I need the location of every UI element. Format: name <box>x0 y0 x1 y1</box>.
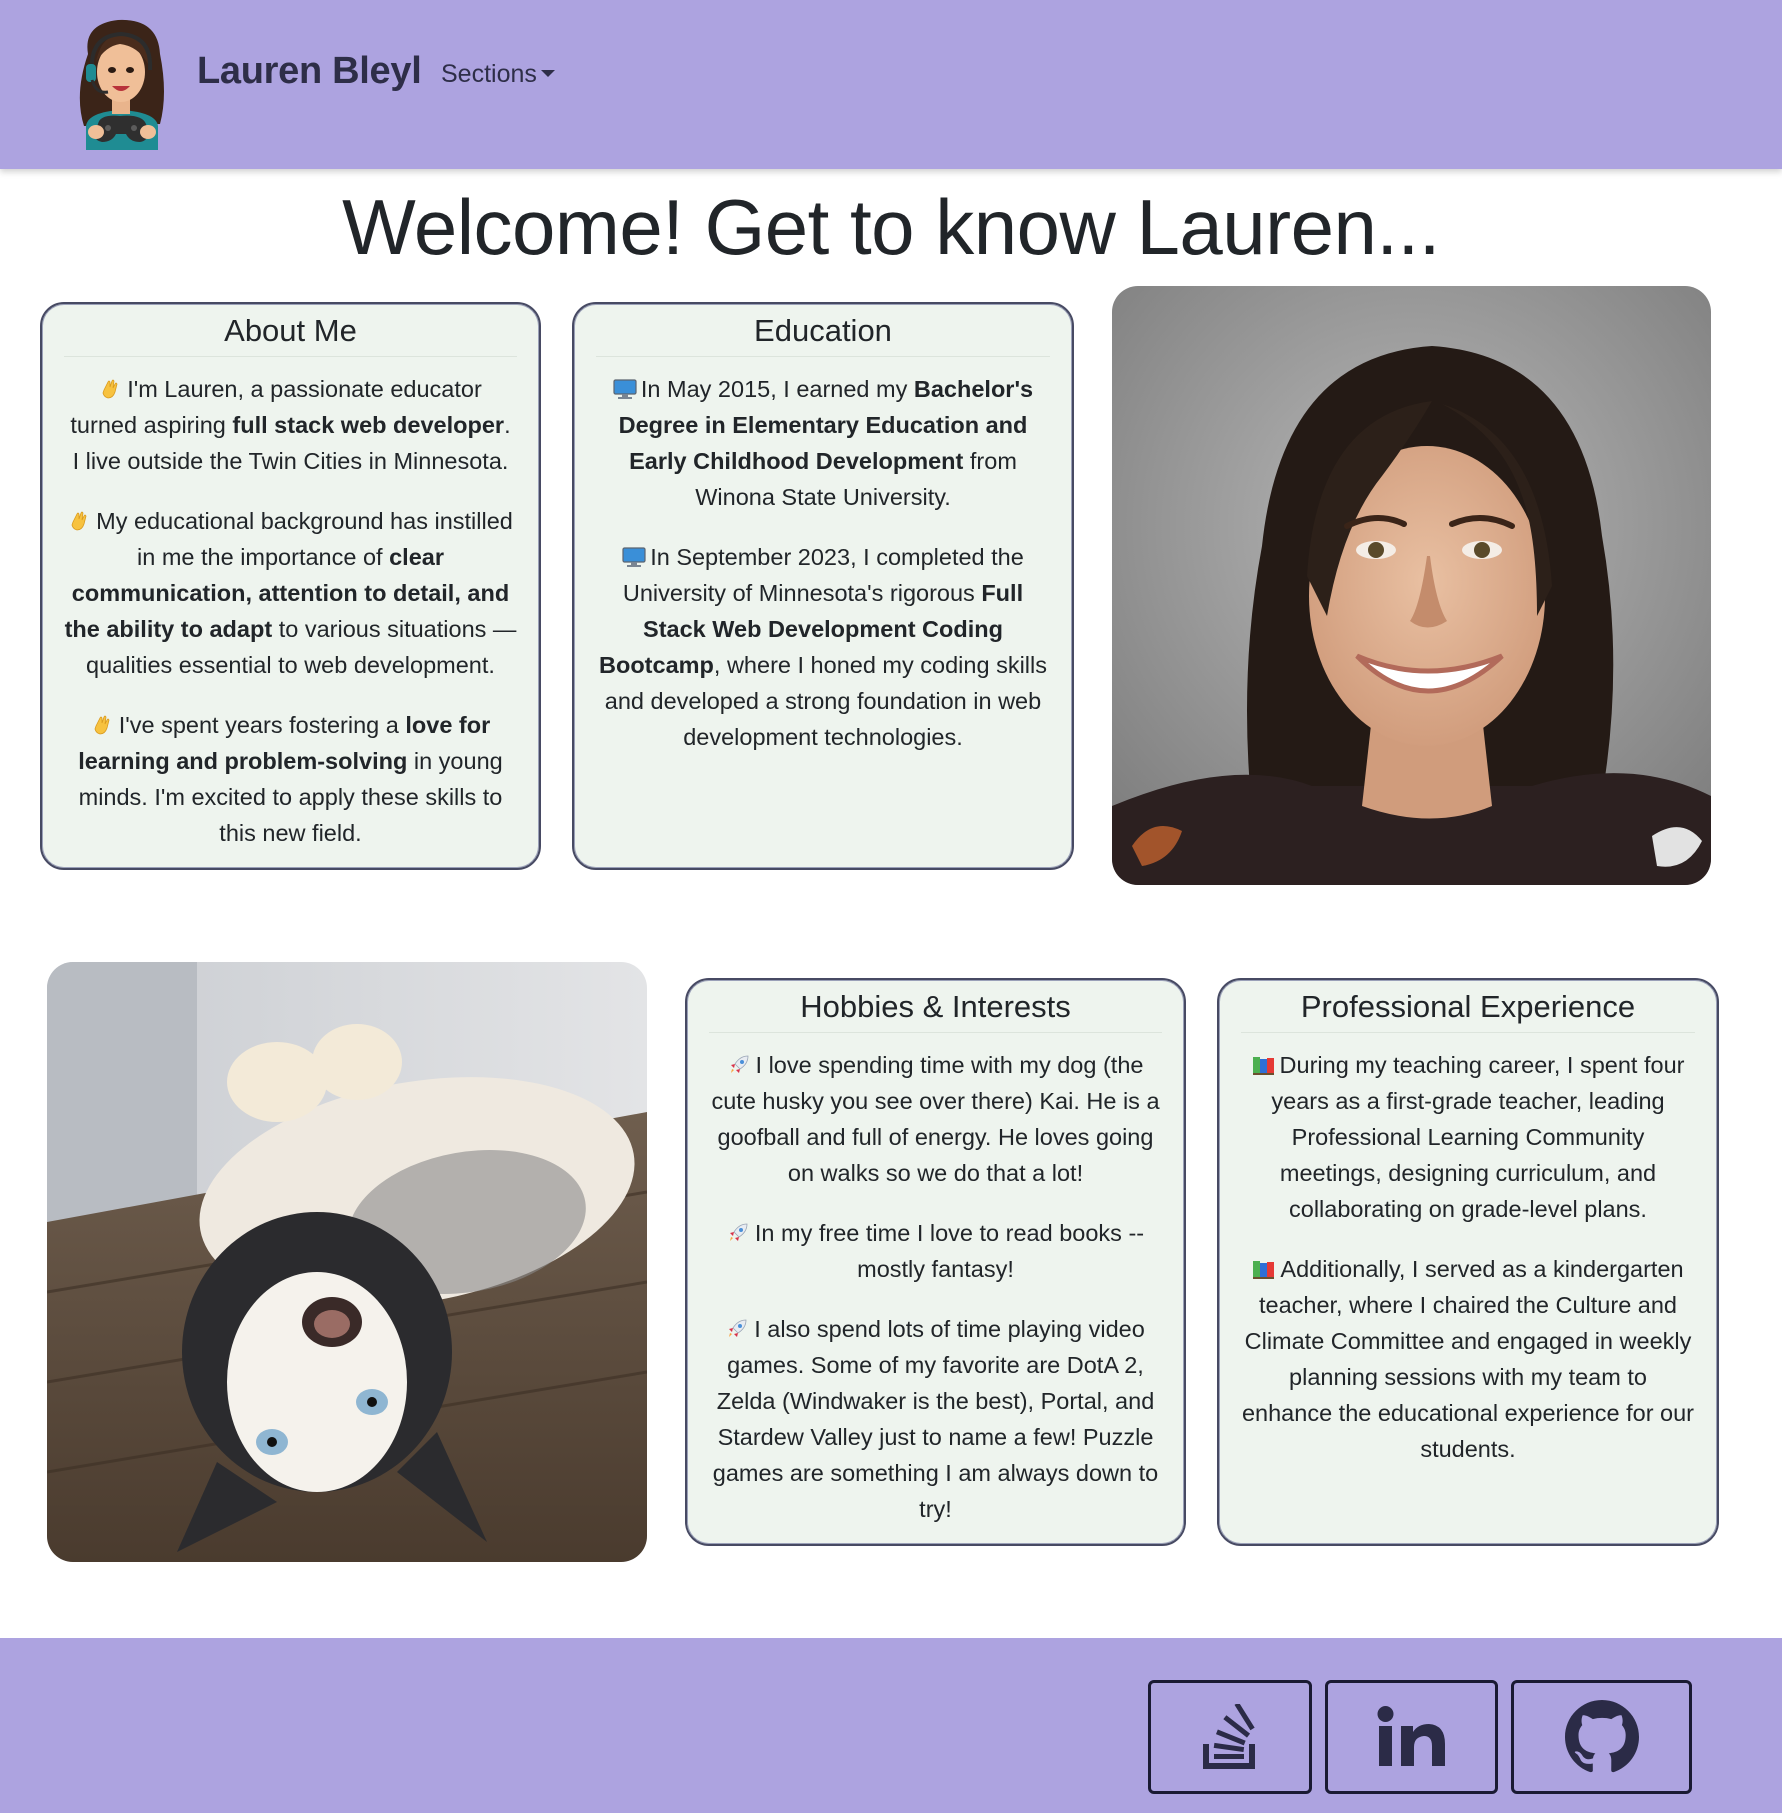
hobbies-p1: I love spending time with my dog (the cu… <box>711 1052 1160 1186</box>
books-icon <box>1252 1254 1275 1279</box>
linkedin-link[interactable] <box>1325 1680 1498 1794</box>
linkedin-icon <box>1377 1706 1445 1766</box>
education-card: Education In May 2015, I earned my Bache… <box>572 302 1074 870</box>
avatar[interactable] <box>68 14 174 150</box>
sections-label: Sections <box>441 60 537 88</box>
dog-photo <box>47 962 647 1562</box>
about-paragraph-1: I'm Lauren, a passionate educator turned… <box>64 371 517 479</box>
computer-icon <box>613 374 637 399</box>
experience-paragraph-1: During my teaching career, I spent four … <box>1241 1047 1695 1227</box>
about-title: About Me <box>224 313 357 348</box>
rocket-icon <box>727 1218 749 1241</box>
about-card: About Me I'm Lauren, a passionate educat… <box>40 302 541 870</box>
experience-card: Professional Experience During my teachi… <box>1217 978 1719 1546</box>
github-link[interactable] <box>1511 1680 1692 1794</box>
experience-paragraph-2: Additionally, I served as a kindergarten… <box>1241 1251 1695 1467</box>
education-paragraph-2: In September 2023, I completed the Unive… <box>596 539 1050 755</box>
education-p1-pre: In May 2015, I earned my <box>640 376 914 402</box>
about-paragraph-3: I've spent years fostering a love for le… <box>64 707 517 851</box>
about-paragraph-2: My educational background has instilled … <box>64 503 517 683</box>
navbar: Lauren Bleyl Sections <box>0 0 1782 169</box>
caret-down-icon <box>540 70 555 77</box>
waving-hand-icon <box>68 506 90 531</box>
hobbies-p3: I also spend lots of time playing video … <box>712 1316 1159 1522</box>
experience-p1: During my teaching career, I spent four … <box>1271 1052 1685 1222</box>
about-p1-bold: full stack web developer <box>232 412 505 438</box>
footer <box>0 1638 1782 1813</box>
experience-p2: Additionally, I served as a kindergarten… <box>1241 1256 1695 1462</box>
portrait-photo <box>1112 286 1711 885</box>
stack-overflow-icon <box>1203 1704 1255 1769</box>
hobbies-card: Hobbies & Interests I love spending time… <box>685 978 1186 1546</box>
about-p3-pre: I've spent years fostering a <box>118 712 406 738</box>
education-p2-pre: In September 2023, I completed the Unive… <box>622 544 1024 606</box>
hobbies-p2: In my free time I love to read books -- … <box>754 1220 1145 1282</box>
computer-icon <box>622 542 646 567</box>
education-paragraph-1: In May 2015, I earned my Bachelor's Degr… <box>596 371 1050 515</box>
rocket-icon <box>728 1050 750 1073</box>
experience-title: Professional Experience <box>1300 989 1636 1024</box>
hobbies-title: Hobbies & Interests <box>800 989 1071 1024</box>
stack-overflow-link[interactable] <box>1148 1680 1312 1794</box>
hobbies-paragraph-2: In my free time I love to read books -- … <box>709 1215 1162 1287</box>
hobbies-paragraph-1: I love spending time with my dog (the cu… <box>709 1047 1162 1191</box>
rocket-icon <box>726 1314 748 1337</box>
about-p2-pre: My educational background has instilled … <box>96 508 513 570</box>
sections-dropdown[interactable]: Sections <box>441 60 555 89</box>
books-icon <box>1252 1050 1274 1075</box>
github-icon <box>1564 1700 1639 1773</box>
page-title: Welcome! Get to know Lauren... <box>342 183 1440 271</box>
hobbies-paragraph-3: I also spend lots of time playing video … <box>709 1311 1162 1527</box>
waving-hand-icon <box>91 710 113 735</box>
waving-hand-icon <box>99 374 121 399</box>
education-title: Education <box>754 313 892 348</box>
brand-name[interactable]: Lauren Bleyl <box>197 50 422 93</box>
